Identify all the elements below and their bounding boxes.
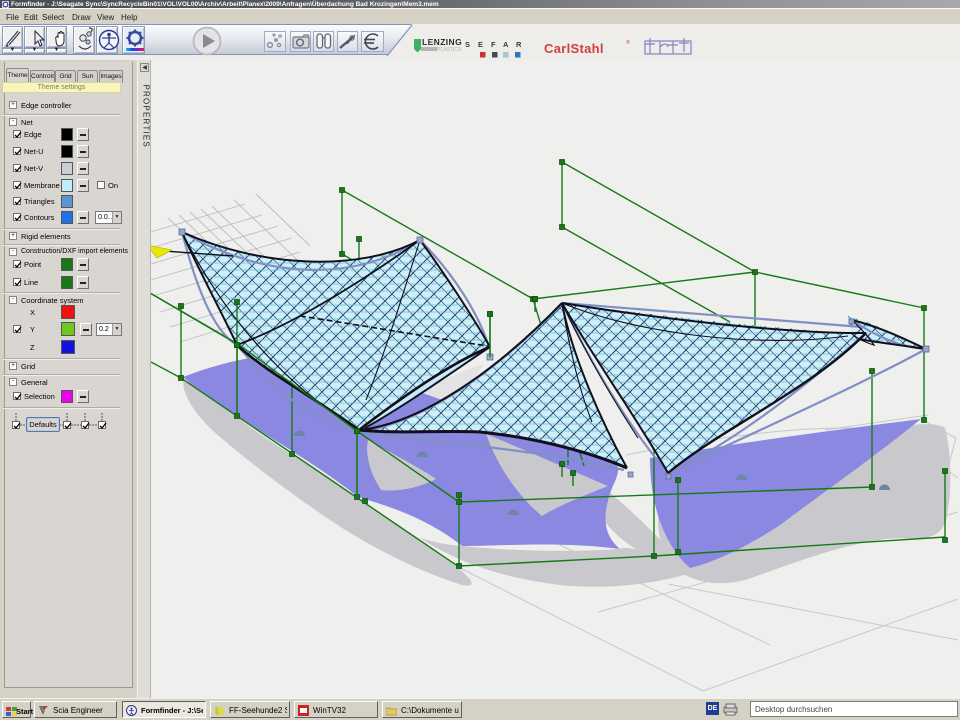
svg-text:F: F (491, 40, 496, 49)
svg-text:E: E (478, 40, 483, 49)
svg-text:PLASTICS: PLASTICS (437, 47, 462, 53)
svg-text:®: ® (626, 39, 630, 46)
svg-text:A: A (503, 40, 509, 49)
svg-text:LENZING: LENZING (422, 37, 462, 47)
svg-text:CarlStahl: CarlStahl (544, 41, 604, 56)
svg-text:R: R (516, 40, 522, 49)
svg-text:S: S (465, 40, 470, 49)
